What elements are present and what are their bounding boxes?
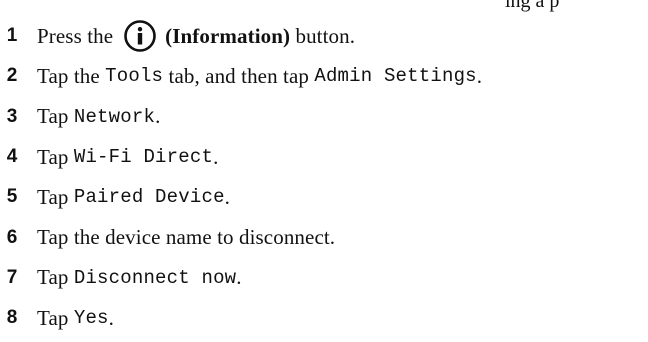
- step-number: 1: [6, 25, 18, 47]
- info-circle-icon: [123, 19, 157, 53]
- step-text: Tap Wi-Fi Direct .: [37, 144, 219, 169]
- step-text: Tap the Tools tab, and then tap Admin Se…: [37, 63, 483, 88]
- step-text: Tap Network .: [37, 104, 161, 129]
- wifi-direct-label: Wi-Fi Direct: [73, 146, 214, 169]
- network-label: Network: [73, 105, 156, 128]
- step-number: 2: [6, 65, 18, 87]
- step-number: 3: [6, 105, 18, 127]
- step-number: 4: [6, 146, 18, 168]
- step-text-suffix: button.: [295, 23, 356, 48]
- step-2: 2 Tap the Tools tab, and then tap Admin …: [0, 56, 648, 96]
- paired-device-label: Paired Device: [73, 186, 225, 209]
- disconnect-now-label: Disconnect now: [73, 266, 237, 289]
- step-number: 8: [6, 307, 18, 329]
- step-6: 6 Tap the device name to disconnect.: [0, 217, 648, 257]
- step-4: 4 Tap Wi-Fi Direct .: [0, 137, 648, 177]
- admin-settings-label: Admin Settings: [314, 65, 477, 88]
- information-label: (Information): [165, 23, 291, 48]
- step-number: 5: [6, 186, 18, 208]
- header-fragment: ing a p: [505, 0, 560, 12]
- tools-tab-label: Tools: [105, 65, 164, 88]
- instruction-steps: 1 Press the (Information) button. 2 Tap …: [0, 16, 648, 338]
- step-3: 3 Tap Network .: [0, 97, 648, 137]
- step-text-prefix: Press the: [37, 23, 114, 48]
- step-8: 8 Tap Yes .: [0, 298, 648, 338]
- step-7: 7 Tap Disconnect now .: [0, 258, 648, 298]
- step-text: Tap Yes .: [37, 305, 115, 330]
- step-text: Tap Disconnect now .: [37, 265, 242, 290]
- step-text: Press the (Information) button.: [37, 19, 355, 53]
- step-1: 1 Press the (Information) button.: [0, 16, 648, 56]
- step-5: 5 Tap Paired Device .: [0, 177, 648, 217]
- step-number: 7: [6, 266, 18, 288]
- step-number: 6: [6, 226, 18, 248]
- step-text: Tap the device name to disconnect.: [37, 225, 336, 250]
- step-text: Tap Paired Device .: [37, 184, 231, 209]
- yes-label: Yes: [73, 307, 109, 330]
